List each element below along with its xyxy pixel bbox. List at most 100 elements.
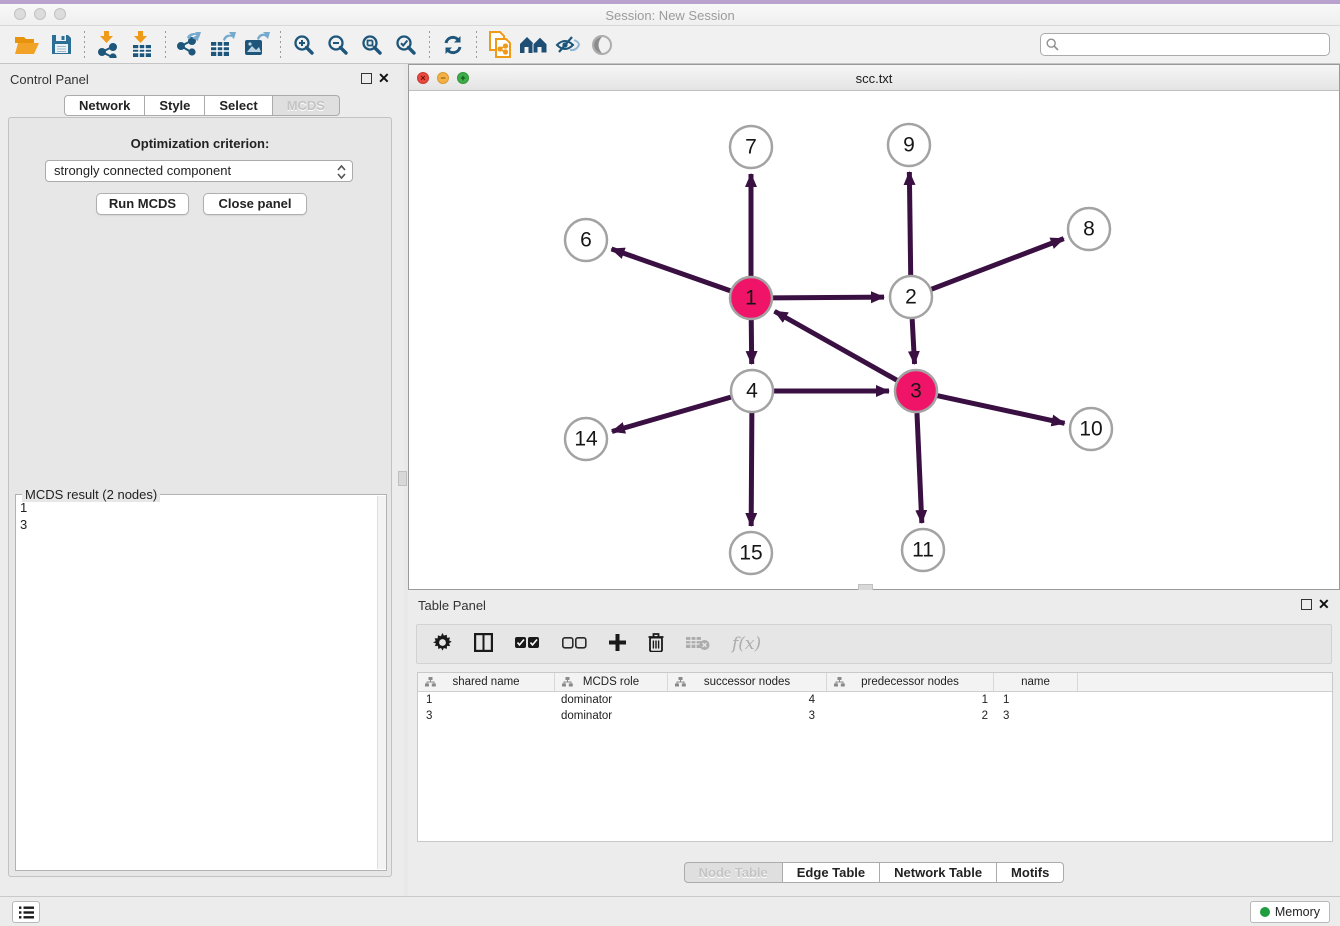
graph-edge-3-10[interactable]	[937, 396, 1064, 424]
task-history-button[interactable]	[12, 901, 40, 923]
zoom-out-button[interactable]	[321, 29, 355, 61]
export-network-icon	[176, 32, 202, 58]
graph-node-9[interactable]: 9	[888, 124, 930, 166]
tab-select[interactable]: Select	[205, 95, 272, 116]
memory-button[interactable]: Memory	[1250, 901, 1330, 923]
mcds-result-text[interactable]: 13	[20, 499, 27, 533]
node-label: 11	[912, 539, 934, 562]
import-network-button[interactable]	[91, 29, 125, 61]
two-houses-button[interactable]	[517, 29, 551, 61]
splitter-grip-vertical[interactable]	[398, 471, 407, 486]
export-network-button[interactable]	[172, 29, 206, 61]
export-table-button[interactable]	[206, 29, 240, 61]
run-mcds-button[interactable]: Run MCDS	[96, 193, 189, 215]
result-scrollbar[interactable]	[377, 496, 386, 869]
float-table-panel-icon[interactable]	[1301, 599, 1312, 610]
column-header-label: name	[1021, 676, 1050, 688]
graph-node-2[interactable]: 2	[890, 276, 932, 318]
session-title: Session: New Session	[0, 8, 1340, 23]
import-table-button[interactable]	[125, 29, 159, 61]
create-column-button[interactable]	[609, 634, 626, 654]
graph-node-8[interactable]: 8	[1068, 208, 1110, 250]
close-panel-button[interactable]: Close panel	[203, 193, 307, 215]
table-cell: 3	[994, 710, 1078, 722]
graph-node-11[interactable]: 11	[902, 529, 944, 571]
refresh-button[interactable]	[436, 29, 470, 61]
clone-network-button[interactable]	[483, 29, 517, 61]
graph-node-4[interactable]: 4	[731, 370, 773, 412]
graph-node-14[interactable]: 14	[565, 418, 607, 460]
graph-node-6[interactable]: 6	[565, 219, 607, 261]
graph-edge-2-3[interactable]	[912, 319, 914, 364]
tab-edge-table[interactable]: Edge Table	[783, 862, 880, 883]
stepper-icon	[336, 164, 347, 180]
show-column-button[interactable]	[474, 633, 493, 655]
graph-edge-2-8[interactable]	[932, 239, 1064, 290]
close-panel-icon[interactable]: ✕	[378, 70, 390, 87]
delete-table-button[interactable]	[686, 635, 710, 654]
control-panel: Control Panel ✕ NetworkStyleSelectMCDS O…	[0, 64, 404, 896]
column-header-label: MCDS role	[583, 676, 639, 688]
table-row[interactable]: 3dominator323	[418, 708, 1332, 724]
zoom-selected-button[interactable]	[389, 29, 423, 61]
graph-node-15[interactable]: 15	[730, 532, 772, 574]
toolbar-separator	[280, 31, 281, 59]
criterion-select[interactable]: strongly connected component	[45, 160, 353, 182]
column-header-successor-nodes[interactable]: successor nodes	[668, 673, 827, 691]
table-row[interactable]: 1dominator411	[418, 692, 1332, 708]
float-panel-icon[interactable]	[361, 73, 372, 84]
import-network-icon	[96, 31, 120, 58]
two-houses-icon	[520, 35, 548, 55]
tab-network-table[interactable]: Network Table	[880, 862, 997, 883]
close-table-panel-icon[interactable]: ✕	[1318, 596, 1330, 613]
select-all-icon	[515, 637, 540, 649]
graph-edge-4-14[interactable]	[612, 397, 731, 431]
graph-node-7[interactable]: 7	[730, 126, 772, 168]
zoom-fit-button[interactable]	[355, 29, 389, 61]
node-table-header: shared name MCDS role successor nodesprede…	[418, 673, 1332, 692]
control-panel-header: Control Panel ✕	[0, 64, 404, 94]
toolbar-separator	[84, 31, 85, 59]
graph-edge-3-1[interactable]	[775, 311, 897, 380]
hide-eye-button[interactable]	[551, 29, 585, 61]
open-session-button[interactable]	[10, 29, 44, 61]
search-input[interactable]	[1040, 33, 1330, 56]
table-cell: 4	[668, 694, 827, 706]
graph-node-3[interactable]: 3	[895, 370, 937, 412]
zoom-in-button[interactable]	[287, 29, 321, 61]
column-header-name[interactable]: name	[994, 673, 1078, 691]
network-window-titlebar[interactable]: × − + scc.txt	[409, 65, 1339, 91]
save-session-button[interactable]	[44, 29, 78, 61]
network-graph[interactable]: 7 9 6 8 1 2 4 3 14 10 15 11	[409, 91, 1339, 589]
function-builder-button[interactable]: f(x)	[732, 634, 761, 654]
graph-node-10[interactable]: 10	[1070, 408, 1112, 450]
export-image-button[interactable]	[240, 29, 274, 61]
export-image-icon	[244, 32, 270, 58]
memory-status-dot	[1260, 907, 1270, 917]
hide-eye-icon	[555, 35, 581, 55]
column-header-predecessor-nodes[interactable]: predecessor nodes	[827, 673, 994, 691]
graph-edge-3-11[interactable]	[917, 413, 922, 523]
column-header-shared-name[interactable]: shared name	[418, 673, 555, 691]
graph-edge-1-6[interactable]	[611, 249, 730, 291]
criterion-value: strongly connected component	[54, 163, 231, 178]
table-cell: 2	[827, 710, 994, 722]
optimization-criterion-label: Optimization criterion:	[9, 136, 391, 151]
tab-node-table[interactable]: Node Table	[684, 862, 783, 883]
open-folder-icon	[14, 34, 40, 55]
column-header-MCDS-role[interactable]: MCDS role	[555, 673, 668, 691]
node-label: 9	[903, 134, 915, 157]
graph-edge-1-2[interactable]	[773, 297, 884, 298]
graph-node-1[interactable]: 1	[730, 277, 772, 319]
deselect-all-button[interactable]	[562, 637, 587, 652]
tab-mcds[interactable]: MCDS	[273, 95, 340, 116]
tab-style[interactable]: Style	[145, 95, 205, 116]
inactive-eye-button[interactable]	[585, 29, 619, 61]
graph-edge-2-9[interactable]	[909, 172, 910, 275]
delete-columns-button[interactable]	[648, 633, 664, 655]
select-all-button[interactable]	[515, 637, 540, 652]
table-settings-button[interactable]	[433, 633, 452, 655]
tab-motifs[interactable]: Motifs	[997, 862, 1064, 883]
graph-edge-4-15[interactable]	[751, 413, 752, 526]
tab-network[interactable]: Network	[64, 95, 145, 116]
